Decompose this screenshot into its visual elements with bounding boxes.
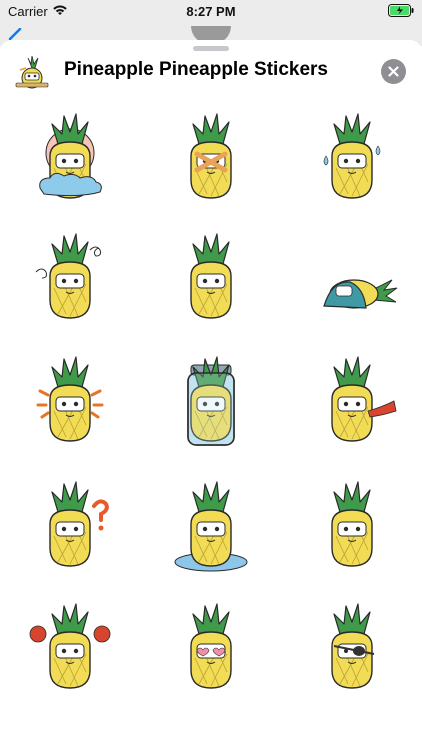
pineapple-app-icon (15, 56, 49, 89)
sticker-pineapple-angry[interactable] (20, 598, 120, 698)
battery-charging-icon (388, 4, 414, 17)
compose-icon (8, 28, 22, 40)
sticker-pineapple-taped-mouth[interactable] (161, 108, 261, 208)
sticker-pineapple-crying[interactable] (302, 108, 402, 208)
sticker-pineapple-surprised-pacifier[interactable] (20, 351, 120, 451)
sticker-pineapple-heart-eyes[interactable] (161, 598, 261, 698)
page-title: Pineapple Pineapple Stickers (64, 59, 328, 80)
sticker-pineapple-shocked[interactable] (161, 228, 261, 328)
sticker-pineapple-sun-cloud[interactable] (20, 108, 120, 208)
sticker-pineapple-sobbing-puddle[interactable] (161, 476, 261, 576)
sticker-pineapple-smiling[interactable] (302, 476, 402, 576)
close-button[interactable] (381, 59, 406, 84)
sticker-pineapple-spitting[interactable] (302, 351, 402, 451)
sheet-grabber[interactable] (193, 46, 229, 51)
sticker-pineapple-eyepatch[interactable] (302, 598, 402, 698)
sticker-pineapple-confused[interactable] (20, 476, 120, 576)
sticker-pineapple-dizzy[interactable] (20, 228, 120, 328)
close-icon (388, 66, 399, 77)
status-bar: Carrier 8:27 PM (0, 0, 422, 26)
sticker-pineapple-lying-blanket[interactable] (302, 228, 402, 328)
sticker-pineapple-in-jar[interactable] (161, 351, 261, 451)
status-time: 8:27 PM (186, 4, 236, 19)
